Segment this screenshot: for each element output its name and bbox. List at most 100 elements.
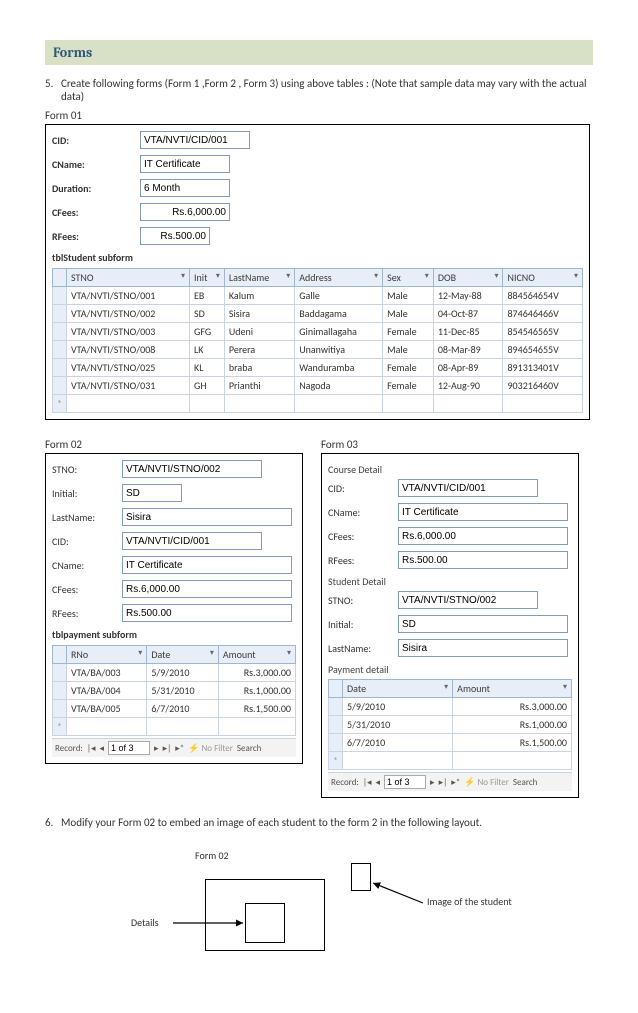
nav-first-icon[interactable]: |◂ bbox=[363, 777, 372, 788]
column-header[interactable]: RNo▾ bbox=[67, 646, 147, 664]
form01-table[interactable]: STNO▾Init▾LastName▾Address▾Sex▾DOB▾NICNO… bbox=[52, 268, 583, 413]
q5-number: 5. bbox=[45, 77, 61, 90]
nav-pos-input[interactable] bbox=[108, 741, 150, 755]
no-filter: ⚡ No Filter bbox=[464, 777, 509, 788]
cname-label: CName: bbox=[328, 506, 398, 519]
stno-label: STNO: bbox=[328, 594, 398, 607]
cname-input[interactable] bbox=[140, 155, 230, 173]
record-label: Record: bbox=[331, 777, 359, 788]
lastname-input[interactable] bbox=[398, 639, 568, 657]
column-header[interactable]: NICNO▾ bbox=[503, 269, 583, 287]
rfees-input[interactable] bbox=[122, 604, 292, 622]
nav-prev-icon[interactable]: ◂ bbox=[100, 743, 105, 754]
column-header[interactable]: Date▾ bbox=[343, 680, 453, 698]
column-header[interactable]: Amount▾ bbox=[453, 680, 572, 698]
table-row[interactable]: VTA/NVTI/STNO/025KLbrabaWandurambaFemale… bbox=[53, 359, 583, 377]
table-row[interactable]: VTA/NVTI/STNO/031GHPrianthiNagodaFemale1… bbox=[53, 377, 583, 395]
nav-last-icon[interactable]: ▸| bbox=[439, 777, 448, 788]
table-row[interactable]: VTA/NVTI/STNO/002SDSisiraBaddagamaMale04… bbox=[53, 305, 583, 323]
form01-box: CID: CName: Duration: CFees: RFees: tblS… bbox=[45, 124, 590, 420]
cfees-input[interactable] bbox=[140, 203, 230, 221]
search-label[interactable]: Search bbox=[513, 777, 537, 788]
cname-input[interactable] bbox=[398, 503, 568, 521]
form02-table[interactable]: RNo▾Date▾Amount▾ VTA/BA/0035/9/2010Rs.3,… bbox=[52, 645, 296, 736]
cid-input[interactable] bbox=[140, 131, 250, 149]
table-row[interactable]: VTA/BA/0056/7/2010Rs.1,500.00 bbox=[53, 700, 296, 718]
table-row[interactable]: 5/31/2010Rs.1,000.00 bbox=[329, 716, 572, 734]
duration-label: Duration: bbox=[52, 182, 140, 195]
stno-label: STNO: bbox=[52, 463, 122, 476]
new-record-row[interactable]: * bbox=[329, 752, 572, 770]
form03-table[interactable]: Date▾Amount▾ 5/9/2010Rs.3,000.005/31/201… bbox=[328, 679, 572, 770]
cid-label: CID: bbox=[52, 535, 122, 548]
form03-record-nav[interactable]: Record: |◂ ◂ ▸ ▸| ▸* ⚡ No Filter Search bbox=[328, 772, 572, 791]
layout-diagram: Form 02 Details Image of the student bbox=[45, 843, 545, 973]
section-header: Forms bbox=[45, 40, 593, 65]
row-selector-header[interactable] bbox=[53, 269, 67, 287]
form02-title: Form 02 bbox=[45, 438, 303, 451]
cfees-input[interactable] bbox=[122, 580, 292, 598]
nav-new-icon[interactable]: ▸* bbox=[175, 743, 184, 754]
nav-pos-input[interactable] bbox=[384, 775, 426, 789]
cfees-label: CFees: bbox=[328, 530, 398, 543]
table-row[interactable]: VTA/BA/0035/9/2010Rs.3,000.00 bbox=[53, 664, 296, 682]
initial-input[interactable] bbox=[398, 615, 568, 633]
form01-subform-title: tblStudent subform bbox=[52, 251, 583, 264]
question-6: 6.Modify your Form 02 to embed an image … bbox=[45, 816, 593, 829]
record-label: Record: bbox=[55, 743, 83, 754]
table-row[interactable]: VTA/NVTI/STNO/001EBKalumGalleMale12-May-… bbox=[53, 287, 583, 305]
stno-input[interactable] bbox=[122, 460, 262, 478]
nav-prev-icon[interactable]: ◂ bbox=[376, 777, 381, 788]
column-header[interactable]: Date▾ bbox=[147, 646, 219, 664]
form03-box: Course Detail CID: CName: CFees: RFees: … bbox=[321, 453, 579, 798]
stno-input[interactable] bbox=[398, 591, 538, 609]
lastname-input[interactable] bbox=[122, 508, 292, 526]
new-record-row[interactable]: * bbox=[53, 395, 583, 413]
initial-input[interactable] bbox=[122, 484, 182, 502]
nav-next-icon[interactable]: ▸ bbox=[430, 777, 435, 788]
initial-label: Initial: bbox=[328, 618, 398, 631]
column-header[interactable]: Address▾ bbox=[295, 269, 383, 287]
form02-record-nav[interactable]: Record: |◂ ◂ ▸ ▸| ▸* ⚡ No Filter Search bbox=[52, 738, 296, 757]
rfees-input[interactable] bbox=[140, 227, 210, 245]
column-header[interactable]: LastName▾ bbox=[224, 269, 294, 287]
rfees-label: RFees: bbox=[52, 607, 122, 620]
cid-input[interactable] bbox=[398, 479, 538, 497]
q5-text: Create following forms (Form 1 ,Form 2 ,… bbox=[61, 77, 587, 103]
student-detail-label: Student Detail bbox=[328, 575, 572, 588]
search-label[interactable]: Search bbox=[237, 743, 261, 754]
initial-label: Initial: bbox=[52, 487, 122, 500]
cid-label: CID: bbox=[328, 482, 398, 495]
table-row[interactable]: 5/9/2010Rs.3,000.00 bbox=[329, 698, 572, 716]
payment-detail-label: Payment detail bbox=[328, 663, 572, 676]
column-header[interactable]: STNO▾ bbox=[67, 269, 190, 287]
question-5: 5.Create following forms (Form 1 ,Form 2… bbox=[45, 77, 593, 103]
lastname-label: LastName: bbox=[52, 511, 122, 524]
table-row[interactable]: VTA/BA/0045/31/2010Rs.1,000.00 bbox=[53, 682, 296, 700]
duration-input[interactable] bbox=[140, 179, 230, 197]
column-header[interactable]: Sex▾ bbox=[383, 269, 434, 287]
diagram-arrows bbox=[45, 843, 545, 973]
no-filter: ⚡ No Filter bbox=[188, 743, 233, 754]
nav-next-icon[interactable]: ▸ bbox=[154, 743, 159, 754]
table-row[interactable]: VTA/NVTI/STNO/003GFGUdeniGinimallagahaFe… bbox=[53, 323, 583, 341]
column-header[interactable]: Amount▾ bbox=[218, 646, 295, 664]
new-record-row[interactable]: * bbox=[53, 718, 296, 736]
form02-box: STNO: Initial: LastName: CID: CName: CFe… bbox=[45, 453, 303, 764]
nav-first-icon[interactable]: |◂ bbox=[87, 743, 96, 754]
q6-text: Modify your Form 02 to embed an image of… bbox=[61, 816, 482, 829]
column-header[interactable]: Init▾ bbox=[190, 269, 225, 287]
cname-input[interactable] bbox=[122, 556, 292, 574]
rfees-label: RFees: bbox=[328, 554, 398, 567]
table-row[interactable]: VTA/NVTI/STNO/008LKPereraUnanwitiyaMale0… bbox=[53, 341, 583, 359]
cfees-input[interactable] bbox=[398, 527, 568, 545]
rfees-input[interactable] bbox=[398, 551, 568, 569]
cid-input[interactable] bbox=[122, 532, 262, 550]
cname-label: CName: bbox=[52, 559, 122, 572]
nav-last-icon[interactable]: ▸| bbox=[163, 743, 172, 754]
cid-label: CID: bbox=[52, 134, 140, 147]
nav-new-icon[interactable]: ▸* bbox=[451, 777, 460, 788]
column-header[interactable]: DOB▾ bbox=[433, 269, 503, 287]
table-row[interactable]: 6/7/2010Rs.1,500.00 bbox=[329, 734, 572, 752]
form01-title: Form 01 bbox=[45, 109, 593, 122]
